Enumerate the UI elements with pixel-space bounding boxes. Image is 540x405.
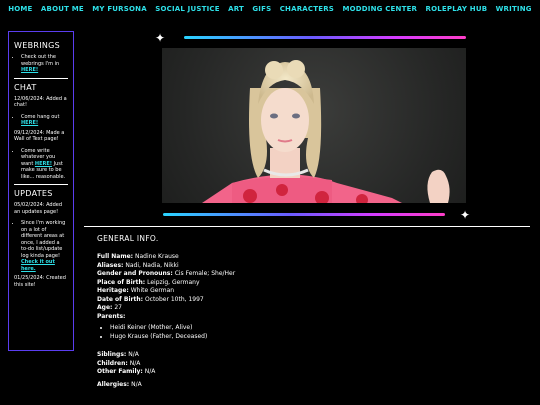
info-row-siblings: Siblings: N/A (97, 351, 517, 360)
field-value: Nadine Krause (135, 253, 179, 260)
nav-social-justice[interactable]: SOCIAL JUSTICE (155, 5, 219, 13)
field-value: Nadi, Nadia, Nikki (125, 261, 179, 269)
chat-bullet-1: Come hang out HERE! (21, 114, 68, 127)
nav-gifs[interactable]: GIFS (252, 5, 271, 13)
field-label: Allergies: (97, 380, 130, 388)
field-label: Other Family: (97, 368, 143, 375)
field-label: Siblings: (97, 351, 127, 358)
field-value: Cis Female; She/Her (174, 270, 236, 277)
field-label: Gender and Pronouns: (97, 270, 173, 277)
webrings-item-text: Check out the webrings I'm in (21, 54, 60, 67)
chat-bullet-1-text: Come hang out (21, 113, 60, 120)
section-divider (84, 226, 530, 227)
info-row-allergies: Allergies: N/A (97, 381, 517, 390)
info-row-full-name: Full Name: Nadine Krause (97, 253, 517, 262)
field-label: Place of Birth: (97, 278, 146, 286)
info-row-age: Age: 27 (97, 304, 517, 313)
top-nav: HOME ABOUT ME MY FURSONA SOCIAL JUSTICE … (0, 0, 540, 17)
field-value: White German (130, 287, 175, 294)
field-value: October 10th, 1997 (144, 295, 204, 303)
field-label: Full Name: (97, 253, 134, 260)
field-label: Aliases: (97, 261, 124, 269)
info-row-gender: Gender and Pronouns: Cis Female; She/Her (97, 270, 517, 279)
chat-bullet-2: Come write whatever you want HERE! Just … (21, 148, 68, 181)
info-row-aliases: Aliases: Nadi, Nadia, Nikki (97, 262, 517, 271)
chat-link[interactable]: HERE! (21, 120, 38, 126)
sidebar-divider (14, 184, 68, 185)
webrings-item: Check out the webrings I'm in HERE! (21, 54, 68, 74)
chat-list-1: Come hang out HERE! (14, 114, 68, 127)
field-label: Parents: (97, 312, 126, 320)
webrings-list: Check out the webrings I'm in HERE! (14, 54, 68, 74)
field-value: Leipzig, Germany (147, 278, 200, 286)
portrait-illustration (202, 60, 450, 203)
updates-entry-2: 01/25/2024: Created this site! (14, 275, 66, 288)
chat-entry-2: 09/12/2024: Made a Wall of Text page! (14, 129, 65, 143)
gradient-bar-top (184, 36, 466, 39)
field-label: Age: (97, 304, 113, 311)
wall-of-text-link[interactable]: HERE! (35, 161, 52, 167)
field-value: N/A (144, 368, 156, 375)
nav-characters[interactable]: CHARACTERS (280, 5, 334, 13)
sidebar-divider (14, 77, 68, 79)
general-info: GENERAL INFO. Full Name: Nadine Krause A… (97, 234, 517, 389)
webrings-heading: WEBRINGS (14, 41, 61, 50)
updates-link[interactable]: Check it out here. (21, 259, 55, 272)
field-value: 27 (114, 304, 122, 311)
sidebar: WEBRINGS Check out the webrings I'm in H… (8, 31, 74, 351)
info-row-other-family: Other Family: N/A (97, 368, 517, 377)
info-row-heritage: Heritage: White German (97, 287, 517, 296)
updates-list: Since I'm working on a lot of different … (14, 220, 68, 272)
field-label: Children: (97, 359, 128, 367)
nav-my-fursona[interactable]: MY FURSONA (92, 5, 147, 13)
updates-bullet: Since I'm working on a lot of different … (21, 220, 68, 272)
nav-art[interactable]: ART (228, 5, 244, 13)
chat-entry-1: 12/06/2024: Added a chat! (14, 95, 67, 109)
webrings-link[interactable]: HERE! (21, 67, 38, 73)
nav-home[interactable]: HOME (8, 5, 32, 13)
gradient-bar-bottom (163, 213, 445, 216)
nav-roleplay-hub[interactable]: ROLEPLAY HUB (426, 5, 488, 13)
sparkle-icon: ✦ (155, 31, 166, 45)
info-row-birthplace: Place of Birth: Leipzig, Germany (97, 279, 517, 288)
field-value: N/A (129, 359, 141, 367)
parents-list: Heidi Keiner (Mother, Alive) Hugo Krause… (97, 324, 517, 341)
info-row-parents: Parents: (97, 313, 517, 322)
chat-heading: CHAT (14, 82, 37, 92)
field-label: Date of Birth: (97, 295, 144, 303)
section-title: GENERAL INFO. (97, 234, 159, 243)
list-item: Heidi Keiner (Mother, Alive) (110, 324, 517, 333)
updates-heading: UPDATES (14, 189, 53, 198)
sparkle-icon: ✦ (460, 208, 471, 222)
info-row-dob: Date of Birth: October 10th, 1997 (97, 296, 517, 305)
nav-modding-center[interactable]: MODDING CENTER (342, 5, 417, 13)
field-value: N/A (131, 380, 142, 388)
field-label: Heritage: (97, 287, 129, 294)
info-row-children: Children: N/A (97, 360, 517, 369)
character-portrait (162, 48, 466, 203)
field-value: N/A (128, 351, 139, 358)
chat-list-2: Come write whatever you want HERE! Just … (14, 148, 68, 181)
updates-bullet-text: Since I'm working on a lot of different … (21, 220, 66, 259)
nav-about-me[interactable]: ABOUT ME (41, 5, 84, 13)
nav-writing[interactable]: WRITING (496, 5, 532, 13)
updates-entry-1: 05/02/2024: Added an updates page! (14, 202, 63, 215)
list-item: Hugo Krause (Father, Deceased) (110, 333, 517, 342)
